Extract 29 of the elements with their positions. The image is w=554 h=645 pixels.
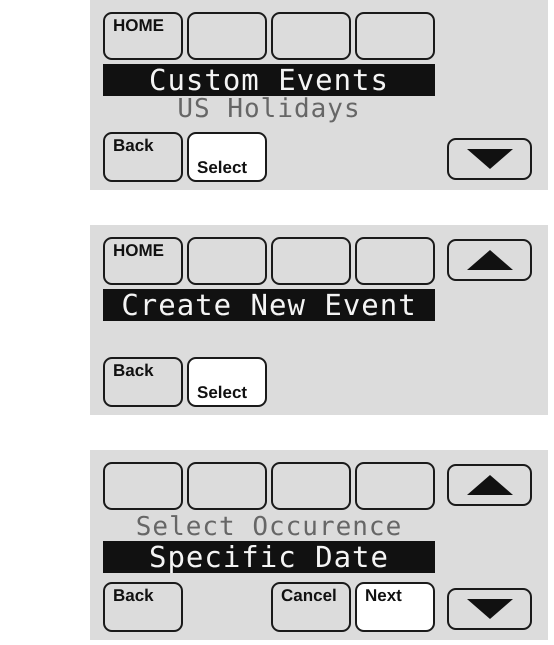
up-arrow-icon (466, 475, 512, 495)
blank-button[interactable] (103, 462, 183, 510)
home-button[interactable]: HOME (103, 12, 183, 60)
down-arrow-button[interactable] (447, 588, 532, 630)
softkey-button[interactable]: Back (103, 582, 183, 632)
blank-button[interactable] (187, 462, 267, 510)
softkey-button[interactable]: Select (187, 357, 267, 407)
softkey-button[interactable]: Back (103, 357, 183, 407)
blank-button[interactable] (271, 12, 351, 60)
home-button[interactable]: HOME (103, 237, 183, 285)
down-arrow-icon (466, 599, 512, 619)
softkey-button[interactable]: Cancel (271, 582, 351, 632)
softkey-button[interactable]: Back (103, 132, 183, 182)
display-line: Select Occurence (134, 514, 404, 541)
up-arrow-button[interactable] (447, 239, 532, 281)
softkey-button[interactable]: Next (355, 582, 435, 632)
blank-button[interactable] (187, 237, 267, 285)
display-line: US Holidays (176, 96, 362, 123)
up-arrow-icon (466, 250, 512, 270)
softkey-button[interactable]: Select (187, 132, 267, 182)
blank-button[interactable] (355, 237, 435, 285)
down-arrow-icon (466, 149, 512, 169)
down-arrow-button[interactable] (447, 138, 532, 180)
up-arrow-button[interactable] (447, 464, 532, 506)
blank-button[interactable] (355, 462, 435, 510)
blank-button[interactable] (271, 462, 351, 510)
blank-button[interactable] (355, 12, 435, 60)
blank-button[interactable] (271, 237, 351, 285)
blank-button[interactable] (187, 12, 267, 60)
